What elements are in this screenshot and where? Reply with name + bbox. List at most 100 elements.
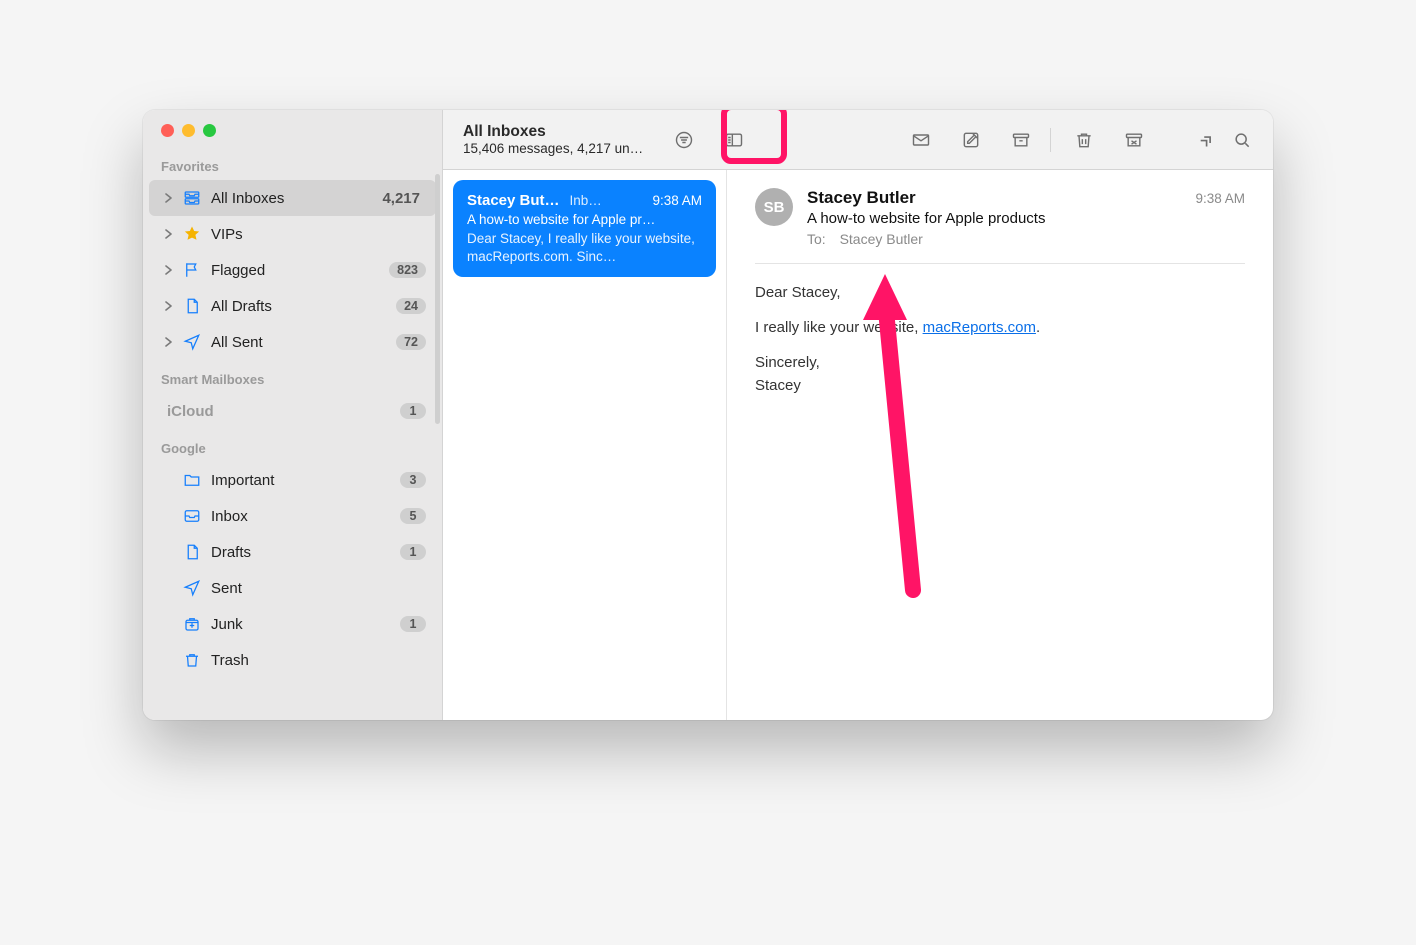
- layout-button[interactable]: [711, 118, 757, 162]
- minimize-button[interactable]: [182, 124, 195, 137]
- search-icon: [1231, 130, 1253, 150]
- filter-circle-icon: [673, 130, 695, 150]
- content-split: Stacey But… Inb… 9:38 AM A how-to websit…: [443, 170, 1273, 720]
- maximize-button[interactable]: [203, 124, 216, 137]
- sidebar-item-label: Junk: [211, 616, 400, 633]
- sidebar-scrollbar[interactable]: [435, 174, 440, 424]
- chevron-right-icon: [163, 301, 175, 311]
- compose-icon: [960, 130, 982, 150]
- message-mailbox: Inb…: [570, 193, 643, 208]
- reader-subject: A how-to website for Apple products: [807, 210, 1245, 227]
- sidebar-item-label: Important: [211, 472, 400, 489]
- reader-pane: SB Stacey Butler 9:38 AM A how-to websit…: [727, 170, 1273, 720]
- mailbox-title: All Inboxes: [463, 123, 643, 141]
- sidebar-item-label: All Drafts: [211, 298, 396, 315]
- window-controls: [143, 110, 442, 147]
- message-item[interactable]: Stacey But… Inb… 9:38 AM A how-to websit…: [453, 180, 716, 277]
- sidebar-item-badge: 24: [396, 298, 426, 314]
- message-sender: Stacey But…: [467, 192, 560, 209]
- reader-body: Dear Stacey, I really like your website,…: [755, 284, 1245, 412]
- sidebar-item-sent[interactable]: Sent: [149, 570, 436, 606]
- filter-button[interactable]: [661, 118, 707, 162]
- sidebar-item-badge: 1: [400, 403, 426, 419]
- flag-icon: [181, 261, 203, 279]
- sidebar-item-all-inboxes[interactable]: All Inboxes 4,217: [149, 180, 436, 216]
- section-favorites: Favorites: [143, 147, 442, 180]
- chevron-right-icon: [163, 229, 175, 239]
- reader-header: SB Stacey Butler 9:38 AM A how-to websit…: [755, 188, 1245, 247]
- reader-time: 9:38 AM: [1195, 191, 1245, 206]
- trash-icon: [1073, 130, 1095, 150]
- message-subject: A how-to website for Apple pr…: [467, 212, 702, 227]
- mailbox-subtitle: 15,406 messages, 4,217 un…: [463, 141, 643, 157]
- compose-button[interactable]: [948, 118, 994, 162]
- title-block: All Inboxes 15,406 messages, 4,217 un…: [463, 123, 643, 156]
- sidebar-item-label: VIPs: [211, 226, 426, 243]
- chevron-right-icon: [163, 265, 175, 275]
- inbox-icon: [181, 507, 203, 525]
- sidebar-item-all-drafts[interactable]: All Drafts 24: [149, 288, 436, 324]
- inbox-stack-icon: [181, 189, 203, 207]
- sidebar-item-label: Inbox: [211, 508, 400, 525]
- main-area: All Inboxes 15,406 messages, 4,217 un…: [443, 110, 1273, 720]
- folder-icon: [181, 471, 203, 489]
- sidebar-item-flagged[interactable]: Flagged 823: [149, 252, 436, 288]
- more-button[interactable]: [1191, 118, 1221, 162]
- archive-icon: [1010, 130, 1032, 150]
- sidebar-item-all-sent[interactable]: All Sent 72: [149, 324, 436, 360]
- reader-divider: [755, 263, 1245, 264]
- spam-icon: [1123, 130, 1145, 150]
- layout-icon: [723, 130, 745, 150]
- archive-button[interactable]: [998, 118, 1044, 162]
- sidebar-item-label: Flagged: [211, 262, 389, 279]
- star-icon: [181, 225, 203, 243]
- sidebar-item-label: Drafts: [211, 544, 400, 561]
- sidebar-item-badge: 823: [389, 262, 426, 278]
- sidebar-item-badge: 1: [400, 616, 426, 632]
- sidebar-item-badge: 1: [400, 544, 426, 560]
- sidebar-item-inbox[interactable]: Inbox 5: [149, 498, 436, 534]
- sidebar-item-label: All Inboxes: [211, 190, 382, 207]
- sidebar-item-important[interactable]: Important 3: [149, 462, 436, 498]
- body-link[interactable]: macReports.com: [923, 319, 1036, 336]
- sidebar-item-badge: 3: [400, 472, 426, 488]
- sidebar-item-label: All Sent: [211, 334, 396, 351]
- close-button[interactable]: [161, 124, 174, 137]
- new-message-button[interactable]: [898, 118, 944, 162]
- mail-window: Favorites All Inboxes 4,217 VIPs Flagged…: [143, 110, 1273, 720]
- sidebar-item-badge: 5: [400, 508, 426, 524]
- delete-button[interactable]: [1061, 118, 1107, 162]
- to-label: To:: [807, 231, 826, 247]
- sidebar-item-vips[interactable]: VIPs: [149, 216, 436, 252]
- search-button[interactable]: [1225, 118, 1259, 162]
- body-signature: Stacey: [755, 377, 1245, 394]
- reader-to: To: Stacey Butler: [807, 231, 1245, 247]
- sidebar-item-label: iCloud: [167, 403, 400, 420]
- junk-icon: [181, 615, 203, 633]
- section-smart-mailboxes: Smart Mailboxes: [143, 360, 442, 393]
- sidebar-item-junk[interactable]: Junk 1: [149, 606, 436, 642]
- chevron-right-icon: [163, 193, 175, 203]
- file-icon: [181, 543, 203, 561]
- avatar: SB: [755, 188, 793, 226]
- toolbar: All Inboxes 15,406 messages, 4,217 un…: [443, 110, 1273, 170]
- spam-button[interactable]: [1111, 118, 1157, 162]
- sidebar-item-drafts[interactable]: Drafts 1: [149, 534, 436, 570]
- message-list[interactable]: Stacey But… Inb… 9:38 AM A how-to websit…: [443, 170, 727, 720]
- message-time: 9:38 AM: [652, 193, 702, 208]
- body-greeting: Dear Stacey,: [755, 284, 1245, 301]
- body-signoff: Sincerely,: [755, 354, 1245, 371]
- sidebar-item-trash[interactable]: Trash: [149, 642, 436, 678]
- sidebar-item-count: 4,217: [382, 190, 426, 207]
- sidebar-item-icloud[interactable]: iCloud 1: [149, 393, 436, 429]
- sidebar-item-label: Sent: [211, 580, 426, 597]
- trash-icon: [181, 651, 203, 669]
- paper-plane-icon: [181, 579, 203, 597]
- body-paragraph: I really like your website, macReports.c…: [755, 319, 1245, 336]
- toolbar-separator: [1050, 128, 1051, 152]
- file-icon: [181, 297, 203, 315]
- envelope-icon: [910, 130, 932, 150]
- sidebar-item-label: Trash: [211, 652, 426, 669]
- chevrons-icon: [1195, 130, 1217, 150]
- section-google: Google: [143, 429, 442, 462]
